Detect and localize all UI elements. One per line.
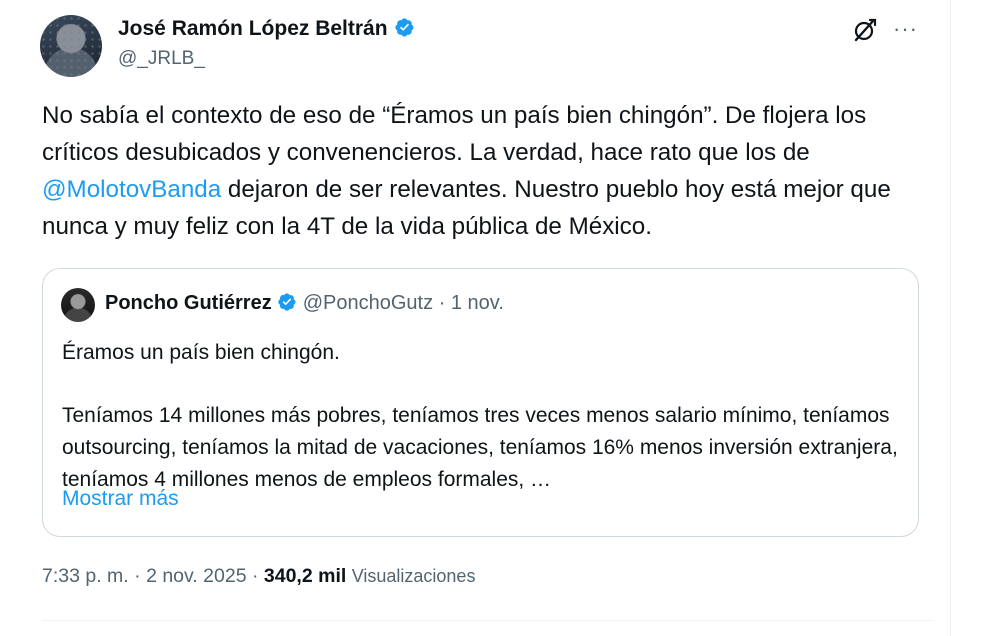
tweet-text: No sabía el contexto de eso de “Éramos u… [42,97,932,245]
quoted-line-2: Teníamos 14 millones más pobres, teníamo… [62,404,898,491]
meta-separator: · [134,565,141,587]
show-more-link[interactable]: Mostrar más [62,487,179,511]
tweet-container: José Ramón López Beltrán @_JRLB_ ··· No … [0,0,951,636]
quoted-line-1: Éramos un país bien chingón. [62,341,340,364]
tweet-text-part-1: No sabía el contexto de eso de “Éramos u… [42,102,867,166]
tweet-date[interactable]: 2 nov. 2025 [146,565,246,587]
more-options-icon[interactable]: ··· [893,16,918,42]
quoted-separator: · [438,292,446,314]
grok-icon[interactable] [852,17,878,43]
quoted-author-avatar[interactable] [61,288,95,322]
meta-separator: · [251,565,259,587]
tweet-time[interactable]: 7:33 p. m. [42,565,129,587]
author-name-text[interactable]: José Ramón López Beltrán [118,17,388,40]
author-avatar[interactable] [40,15,102,77]
tweet-meta: 7:33 p. m. · 2 nov. 2025 · 340,2 mil Vis… [42,565,475,588]
verified-badge-icon [277,293,296,311]
avatar-texture [40,15,102,77]
divider [42,620,932,621]
quoted-author-handle[interactable]: @PonchoGutz [303,292,433,314]
quoted-tweet-header: Poncho Gutiérrez @PonchoGutz · 1 nov. [105,292,504,315]
quoted-date[interactable]: 1 nov. [451,292,504,314]
quoted-tweet-card[interactable]: Poncho Gutiérrez @PonchoGutz · 1 nov. Ér… [42,268,919,537]
quoted-author-name[interactable]: Poncho Gutiérrez [105,292,272,314]
quoted-tweet-text: Éramos un país bien chingón. Teníamos 14… [62,337,912,496]
author-handle[interactable]: @_JRLB_ [118,48,205,70]
side-gutter [952,0,992,636]
views-label: Visualizaciones [351,566,476,586]
mention-link[interactable]: @MolotovBanda [42,176,221,203]
verified-badge-icon [394,18,414,37]
views-count: 340,2 mil [263,565,347,587]
author-display-name[interactable]: José Ramón López Beltrán [118,17,415,41]
